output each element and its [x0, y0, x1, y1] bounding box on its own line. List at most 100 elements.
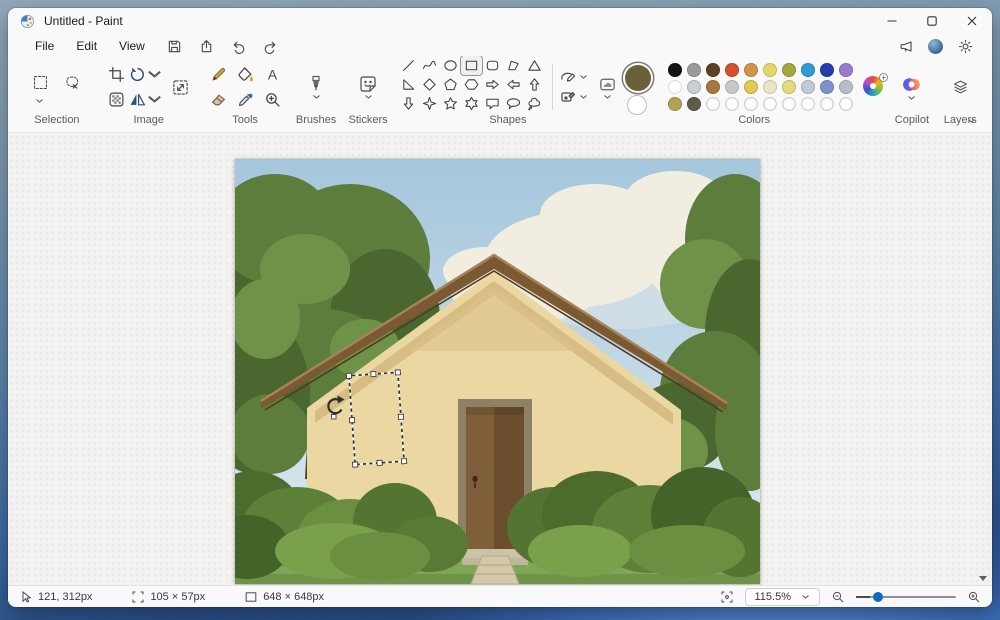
color-swatch[interactable]: [687, 97, 701, 111]
color-swatch[interactable]: [839, 80, 853, 94]
flip-button[interactable]: [129, 88, 163, 112]
maximize-button[interactable]: [912, 8, 952, 34]
menu-file[interactable]: File: [24, 36, 65, 56]
shape-outline-button[interactable]: [560, 69, 588, 85]
color1-swatch[interactable]: [625, 65, 651, 91]
zoom-out-button[interactable]: [832, 591, 844, 603]
color-swatch[interactable]: [744, 80, 758, 94]
menu-edit[interactable]: Edit: [65, 36, 108, 56]
color-swatch[interactable]: [839, 63, 853, 77]
color-swatch[interactable]: [782, 80, 796, 94]
zoom-slider[interactable]: [856, 591, 956, 603]
shape-rectangle[interactable]: [461, 56, 482, 75]
settings-button[interactable]: [952, 35, 978, 57]
canvas-artwork[interactable]: [235, 159, 760, 584]
shape-arrow-left[interactable]: [503, 75, 524, 94]
color-swatch[interactable]: [706, 63, 720, 77]
drawing-canvas[interactable]: [235, 159, 760, 584]
fill-button[interactable]: [233, 63, 257, 87]
color-swatch[interactable]: [687, 80, 701, 94]
shape-arrow-up[interactable]: [524, 75, 545, 94]
fit-to-screen-button[interactable]: [721, 591, 733, 603]
stickers-button[interactable]: [358, 74, 378, 100]
color-swatch[interactable]: [668, 63, 682, 77]
color-swatch[interactable]: [801, 80, 815, 94]
color-swatch[interactable]: [744, 63, 758, 77]
zoom-level-dropdown[interactable]: 115.5%: [745, 588, 821, 606]
color-swatch[interactable]: [687, 63, 701, 77]
resize-button[interactable]: [169, 75, 193, 99]
shape-ellipse[interactable]: [440, 56, 461, 75]
shape-curve[interactable]: [419, 56, 440, 75]
ribbon-collapse-chevron[interactable]: [967, 118, 976, 124]
shape-line[interactable]: [398, 56, 419, 75]
edit-colors-button[interactable]: +: [863, 76, 885, 98]
rectangle-select-button[interactable]: [29, 71, 53, 95]
rotate-button[interactable]: [129, 63, 163, 87]
undo-button[interactable]: [226, 35, 252, 57]
color-swatch[interactable]: [725, 97, 739, 111]
save-button[interactable]: [162, 35, 188, 57]
shape-star-5[interactable]: [440, 94, 461, 113]
shape-arc-small[interactable]: [419, 113, 440, 118]
account-avatar[interactable]: [928, 39, 943, 54]
color-swatch[interactable]: [801, 97, 815, 111]
minimize-button[interactable]: [872, 8, 912, 34]
share-button[interactable]: [194, 35, 220, 57]
shape-star-4[interactable]: [419, 94, 440, 113]
shape-diamond[interactable]: [419, 75, 440, 94]
shape-polygon[interactable]: [503, 56, 524, 75]
shape-star-6[interactable]: [461, 94, 482, 113]
color-swatch[interactable]: [668, 80, 682, 94]
shape-triangle[interactable]: [524, 56, 545, 75]
color-swatch[interactable]: [706, 80, 720, 94]
shape-right-triangle[interactable]: [398, 75, 419, 94]
color-swatch[interactable]: [763, 80, 777, 94]
shape-style-button[interactable]: [598, 75, 617, 100]
pencil-button[interactable]: [206, 63, 230, 87]
color-swatch[interactable]: [782, 63, 796, 77]
color-swatch[interactable]: [706, 97, 720, 111]
layers-button[interactable]: [948, 75, 972, 99]
shape-fill-button[interactable]: [560, 89, 588, 105]
selection-dropdown-chevron[interactable]: [35, 98, 44, 104]
color-swatch[interactable]: [725, 80, 739, 94]
color-swatch[interactable]: [763, 97, 777, 111]
brushes-button[interactable]: [306, 74, 326, 100]
work-area[interactable]: [8, 134, 992, 585]
shape-arc[interactable]: [398, 113, 419, 118]
shape-hexagon[interactable]: [461, 75, 482, 94]
color-swatch[interactable]: [839, 97, 853, 111]
color-swatch[interactable]: [820, 80, 834, 94]
remove-background-button[interactable]: [105, 88, 129, 112]
magnifier-button[interactable]: [260, 88, 284, 112]
scrollbar-down-arrow[interactable]: [979, 576, 987, 581]
color-swatch[interactable]: [763, 63, 777, 77]
zoom-in-button[interactable]: [968, 591, 980, 603]
shape-callout-rectangle[interactable]: [482, 94, 503, 113]
shape-callout-oval[interactable]: [503, 94, 524, 113]
color-swatch[interactable]: [725, 63, 739, 77]
copilot-button[interactable]: [901, 74, 922, 101]
shape-arrow-down[interactable]: [398, 94, 419, 113]
color-picker-button[interactable]: [233, 88, 257, 112]
color-swatch[interactable]: [801, 63, 815, 77]
redo-button[interactable]: [258, 35, 284, 57]
shape-pentagon[interactable]: [440, 75, 461, 94]
menu-view[interactable]: View: [108, 36, 156, 56]
eraser-button[interactable]: [206, 88, 230, 112]
shape-rounded-rectangle[interactable]: [482, 56, 503, 75]
color-swatch[interactable]: [820, 63, 834, 77]
shape-callout-cloud[interactable]: [524, 94, 545, 113]
feedback-button[interactable]: [893, 35, 919, 57]
color-swatch[interactable]: [668, 97, 682, 111]
color-swatch[interactable]: [744, 97, 758, 111]
color-swatch[interactable]: [820, 97, 834, 111]
color-swatch[interactable]: [782, 97, 796, 111]
close-button[interactable]: [952, 8, 992, 34]
color2-swatch[interactable]: [627, 95, 647, 115]
text-button[interactable]: A: [260, 63, 284, 87]
crop-button[interactable]: [105, 63, 129, 87]
zoom-slider-track[interactable]: [856, 596, 956, 598]
shape-arrow-right[interactable]: [482, 75, 503, 94]
